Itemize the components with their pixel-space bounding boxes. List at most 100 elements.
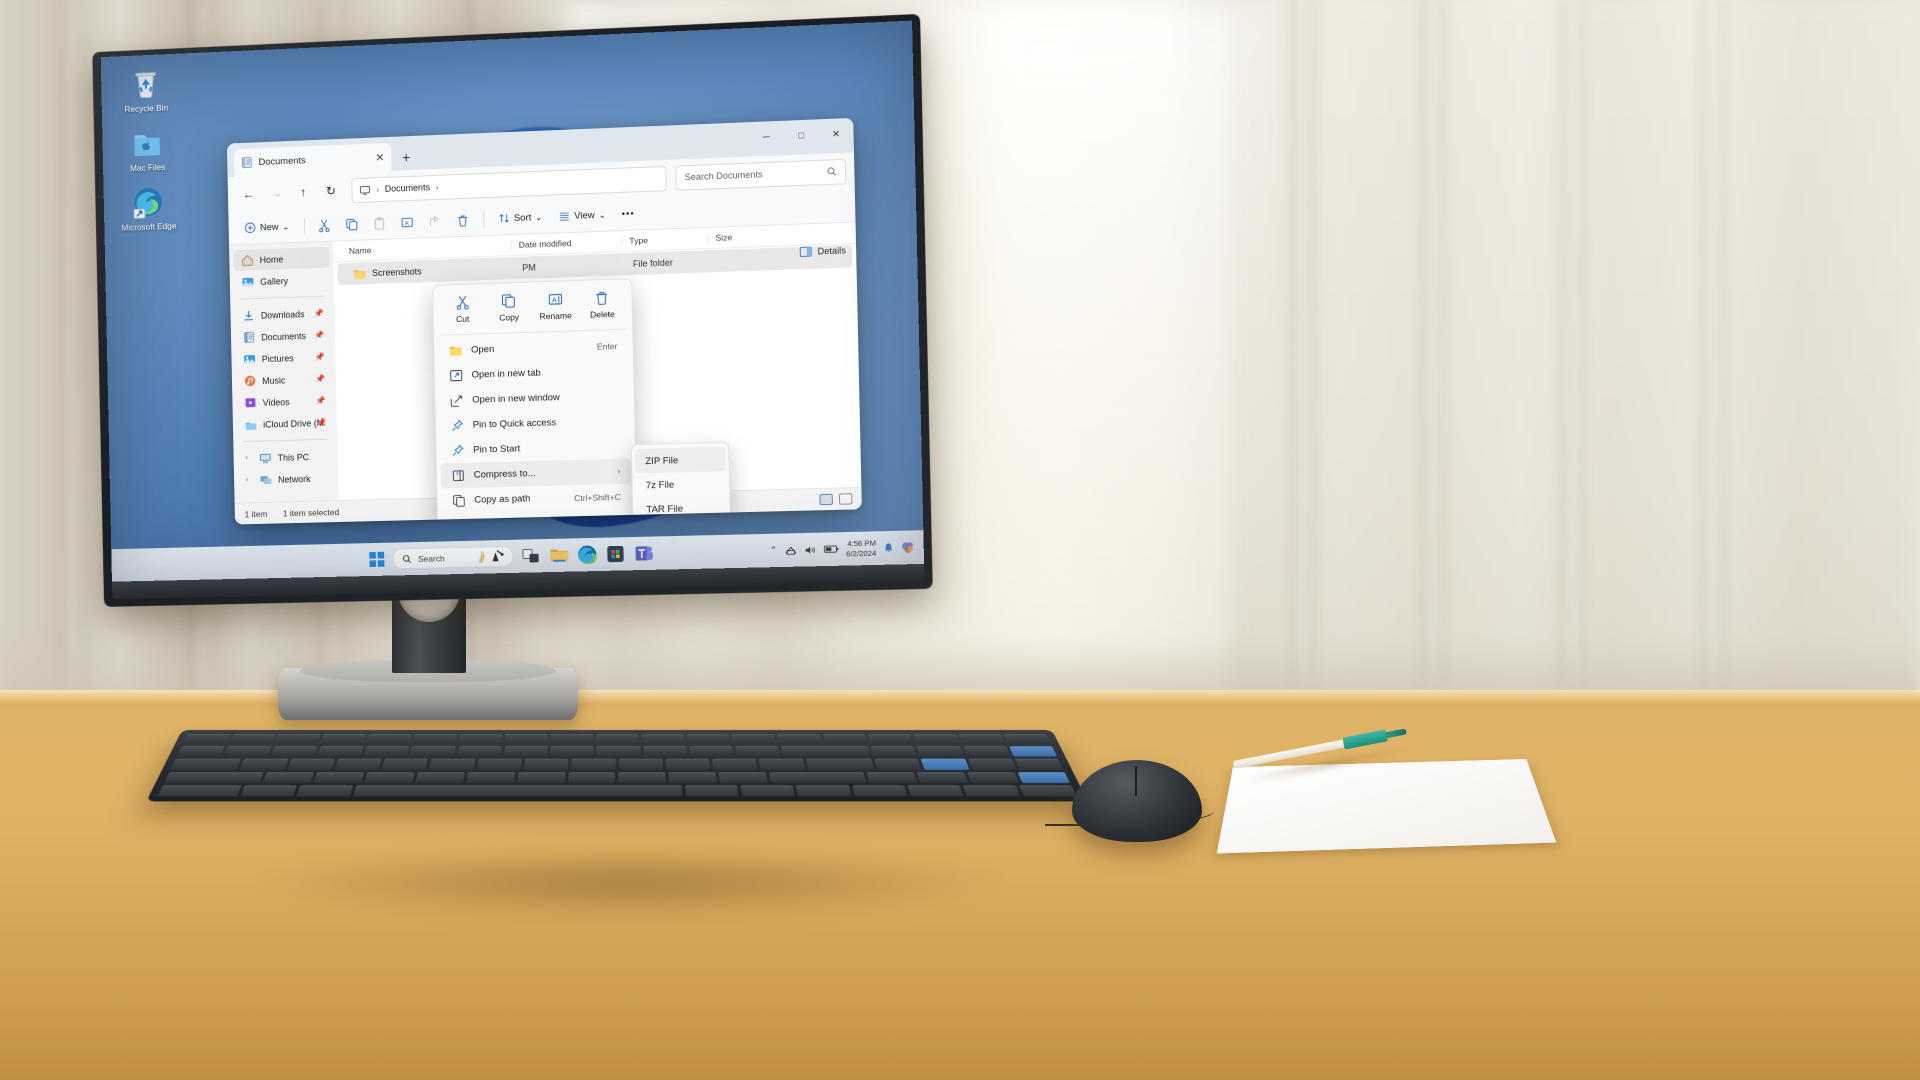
chevron-right-icon[interactable]: ›: [246, 476, 254, 484]
chevron-down-icon[interactable]: ⌄: [599, 210, 606, 219]
downloads-icon: [242, 309, 255, 322]
system-tray: ⌃ 4:56 PM 6/2/2024: [769, 530, 915, 567]
cut-icon[interactable]: [311, 213, 337, 238]
context-cut-label: Cut: [455, 313, 470, 325]
taskbar-search-placeholder: Search: [417, 552, 445, 564]
context-rename-button[interactable]: A Rename: [534, 290, 577, 322]
sidebar-item-label: Music: [262, 374, 286, 386]
desktop-icon-recycle-bin[interactable]: Recycle Bin: [114, 66, 177, 115]
minimize-button[interactable]: ─: [749, 121, 784, 153]
context-copy-button[interactable]: Copy: [488, 292, 531, 323]
sidebar-item-network[interactable]: › Network: [238, 467, 335, 490]
sidebar-item-this-pc[interactable]: › This PC: [237, 446, 334, 469]
compress-to-submenu[interactable]: ZIP File 7z File TAR File Additional opt…: [630, 441, 732, 525]
windows-desktop[interactable]: Recycle Bin Mac Files Microsoft Edge Doc…: [100, 20, 925, 582]
taskbar-search-box[interactable]: Search: [391, 545, 514, 570]
volume-icon[interactable]: [804, 544, 817, 554]
maximize-button[interactable]: □: [783, 119, 819, 151]
pin-icon[interactable]: 📌: [314, 330, 324, 339]
taskbar-app-microsoft-teams[interactable]: [633, 543, 655, 565]
keyboard-row: [182, 734, 1052, 745]
paste-icon[interactable]: [367, 211, 393, 236]
start-button[interactable]: [368, 551, 385, 568]
forward-button[interactable]: →: [263, 180, 289, 207]
chevron-right-icon[interactable]: ›: [245, 455, 253, 462]
copy-icon[interactable]: [339, 212, 365, 237]
column-header-name[interactable]: Name: [342, 240, 511, 256]
chevron-right-icon[interactable]: ›: [617, 467, 620, 476]
taskbar-app-microsoft-store[interactable]: [605, 543, 627, 565]
search-icon[interactable]: [827, 166, 838, 177]
delete-icon[interactable]: [450, 207, 476, 232]
details-pane-button[interactable]: Details: [800, 245, 846, 257]
submenu-item-7z-file[interactable]: 7z File: [635, 471, 726, 498]
share-icon[interactable]: [422, 208, 448, 233]
pin-icon[interactable]: 📌: [316, 418, 326, 427]
chevron-down-icon[interactable]: ⌄: [282, 222, 289, 231]
context-menu-item-label: Open: [470, 343, 495, 356]
file-name-cell[interactable]: Screenshots: [346, 263, 515, 280]
taskbar-app-task-view[interactable]: [520, 545, 541, 567]
clock-date: 6/2/2024: [846, 548, 877, 558]
context-delete-button[interactable]: Delete: [581, 288, 624, 320]
search-icon: [402, 554, 412, 564]
sidebar-item-documents[interactable]: Documents 📌: [235, 324, 332, 348]
sidebar-item-videos[interactable]: Videos 📌: [236, 390, 333, 414]
computer-monitor: Recycle Bin Mac Files Microsoft Edge Doc…: [92, 13, 933, 607]
column-header-size[interactable]: Size: [707, 230, 779, 244]
sidebar-item-icloud-drive[interactable]: iCloud Drive (Ma 📌: [237, 412, 334, 436]
rename-icon[interactable]: A: [394, 210, 420, 235]
taskbar-app-file-explorer[interactable]: [548, 545, 570, 567]
context-menu[interactable]: Cut Copy A Rename Delete Open Enter Open…: [431, 278, 640, 525]
clock[interactable]: 4:56 PM 6/2/2024: [846, 538, 877, 559]
close-window-button[interactable]: ✕: [818, 118, 854, 150]
column-header-date-modified[interactable]: Date modified: [510, 236, 622, 251]
this-pc-icon[interactable]: [359, 184, 370, 195]
bell-icon[interactable]: [883, 542, 894, 553]
sidebar-item-label: Videos: [262, 396, 290, 408]
keyboard[interactable]: [146, 730, 1088, 802]
copilot-icon[interactable]: [901, 541, 915, 555]
battery-icon[interactable]: [823, 544, 839, 553]
sidebar-item-label: Pictures: [261, 352, 294, 364]
sort-button[interactable]: Sort ⌄: [491, 205, 550, 231]
details-view-toggle[interactable]: [819, 493, 833, 506]
more-options-button[interactable]: •••: [614, 201, 642, 226]
context-menu-item-label: Copy as path: [474, 493, 531, 506]
context-cut-button[interactable]: Cut: [441, 293, 483, 324]
pin-icon[interactable]: 📌: [314, 309, 324, 318]
toolbar-separator: [303, 217, 305, 235]
desktop-icon-microsoft-edge[interactable]: Microsoft Edge: [117, 184, 180, 233]
sidebar-item-home[interactable]: Home: [233, 246, 330, 272]
large-icons-view-toggle[interactable]: [838, 493, 853, 505]
search-input[interactable]: Search Documents: [675, 158, 847, 191]
close-tab-icon[interactable]: ✕: [375, 151, 384, 164]
sidebar-item-pictures[interactable]: Pictures 📌: [235, 346, 332, 370]
sidebar-item-gallery[interactable]: Gallery: [234, 269, 331, 293]
up-button[interactable]: ↑: [290, 179, 316, 206]
network-icon[interactable]: [784, 545, 797, 555]
new-button[interactable]: New ⌄: [236, 214, 297, 240]
refresh-button[interactable]: ↻: [318, 178, 344, 205]
sidebar-item-music[interactable]: Music 📌: [236, 368, 333, 392]
context-menu-item-label: Pin to Quick access: [472, 417, 557, 431]
submenu-item-zip-file[interactable]: ZIP File: [634, 446, 726, 474]
desktop-icon-mac-files[interactable]: Mac Files: [116, 125, 179, 174]
new-tab-button[interactable]: +: [395, 144, 417, 171]
chevron-down-icon[interactable]: ⌄: [535, 212, 542, 221]
pin-icon[interactable]: 📌: [315, 374, 325, 383]
view-button[interactable]: View ⌄: [551, 202, 613, 228]
back-button[interactable]: ←: [236, 181, 262, 208]
pin-icon[interactable]: 📌: [315, 352, 325, 361]
column-header-type[interactable]: Type: [621, 233, 708, 247]
copy-path-icon: [452, 494, 465, 507]
breadcrumb-item-documents[interactable]: Documents: [385, 182, 430, 194]
sort-label: Sort: [513, 211, 532, 224]
file-explorer-window[interactable]: Documents ✕ + ─ □ ✕ ← → ↑ ↻ › Documents …: [226, 117, 862, 525]
breadcrumb-separator[interactable]: ›: [436, 182, 439, 191]
taskbar-app-microsoft-edge[interactable]: [576, 544, 598, 566]
pin-icon[interactable]: 📌: [316, 396, 326, 405]
sidebar-divider: [243, 438, 328, 443]
sidebar-item-downloads[interactable]: Downloads 📌: [234, 302, 331, 326]
tray-chevron-up-icon[interactable]: ⌃: [769, 545, 777, 556]
